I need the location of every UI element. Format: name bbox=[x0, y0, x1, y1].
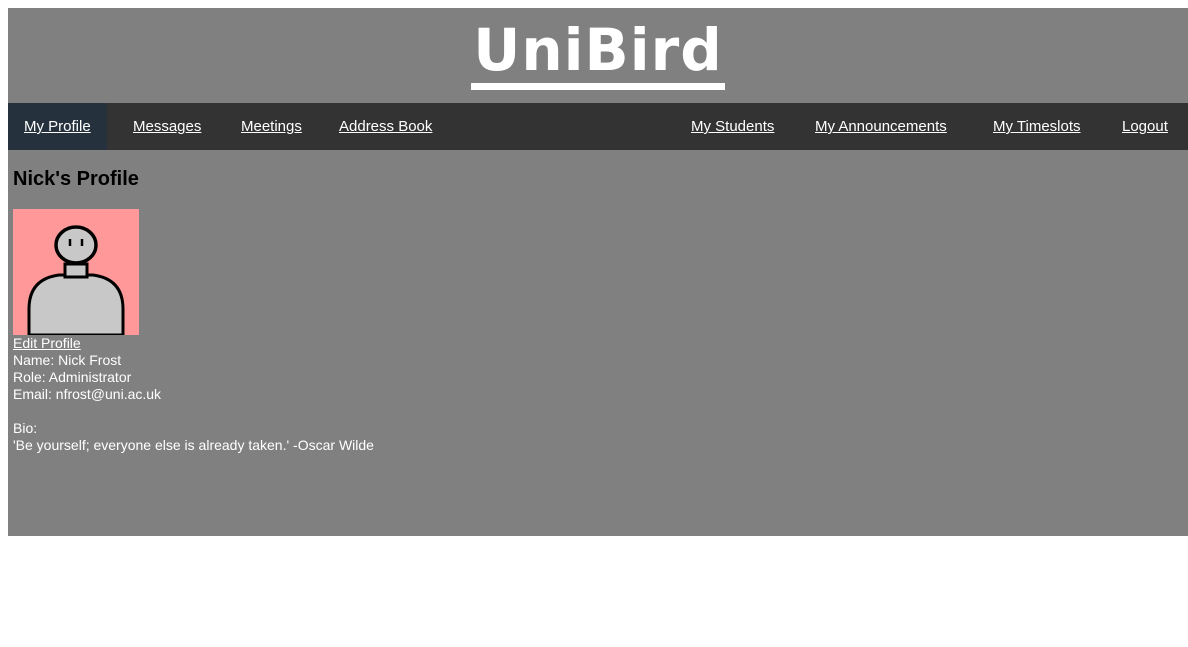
page: UniBird My Profile Messages Meetings Add… bbox=[8, 8, 1188, 647]
nav-my-students[interactable]: My Students bbox=[675, 103, 790, 150]
avatar bbox=[13, 209, 139, 335]
bio-text: 'Be yourself; everyone else is already t… bbox=[13, 437, 374, 453]
footer-copyright: © 2019 bbox=[13, 631, 59, 647]
nav-meetings[interactable]: Meetings bbox=[225, 103, 318, 150]
page-title: Nick's Profile bbox=[13, 168, 139, 190]
edit-profile-link[interactable]: Edit Profile bbox=[13, 335, 374, 352]
nav-address-book[interactable]: Address Book bbox=[323, 103, 448, 150]
nav-my-profile[interactable]: My Profile bbox=[8, 103, 107, 150]
profile-details: Edit Profile Name: Nick Frost Role: Admi… bbox=[13, 335, 374, 454]
person-avatar-icon bbox=[27, 225, 125, 335]
nav-messages[interactable]: Messages bbox=[117, 103, 217, 150]
nav-my-timeslots[interactable]: My Timeslots bbox=[977, 103, 1097, 150]
nav-my-announcements[interactable]: My Announcements bbox=[799, 103, 963, 150]
site-logo-text: UniBird bbox=[471, 17, 725, 90]
nav-logout[interactable]: Logout bbox=[1106, 103, 1184, 150]
site-logo: UniBird bbox=[8, 14, 1188, 90]
profile-name: Name: Nick Frost bbox=[13, 352, 122, 368]
profile-email: Email: nfrost@uni.ac.uk bbox=[13, 386, 162, 402]
navbar: My Profile Messages Meetings Address Boo… bbox=[8, 103, 1188, 150]
bio-label: Bio: bbox=[13, 420, 38, 436]
profile-role: Role: Administrator bbox=[13, 369, 132, 385]
header: UniBird bbox=[8, 8, 1188, 103]
